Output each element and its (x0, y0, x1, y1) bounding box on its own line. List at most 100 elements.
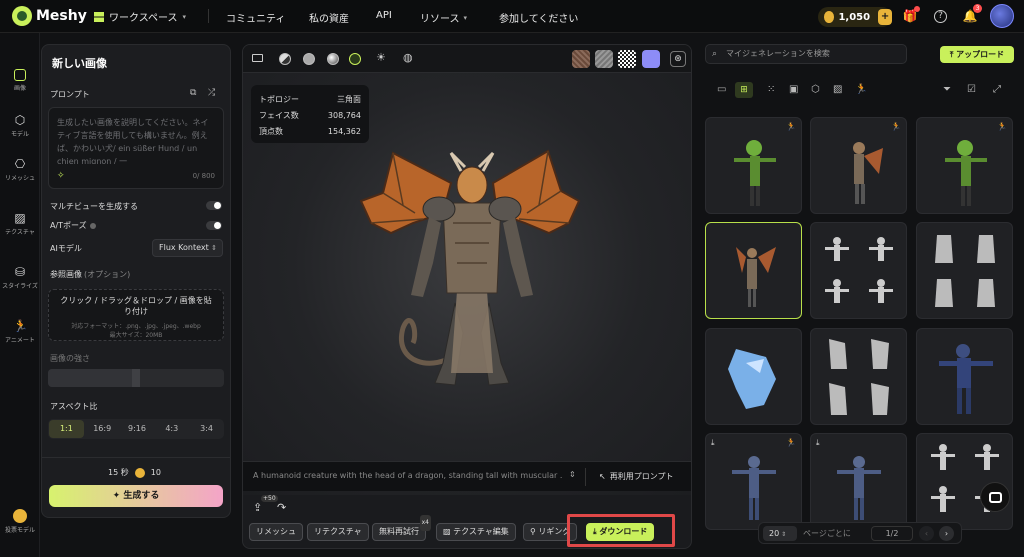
all-icon[interactable]: ⁙ (767, 84, 775, 95)
aspect-option[interactable]: 4:3 (154, 420, 189, 438)
material-icon[interactable] (327, 53, 339, 65)
reuse-prompt-button[interactable]: ↖ 再利用プロンプト (599, 471, 673, 482)
stat-label: 頂点数 (259, 126, 283, 136)
globe-icon[interactable]: ◍ (403, 51, 413, 64)
rail-item-feedback[interactable]: 投票モデル (0, 509, 40, 534)
next-page-button[interactable]: › (939, 526, 954, 541)
expand-icon[interactable]: ⤢ (993, 84, 1001, 95)
gallery-card-selected[interactable] (705, 222, 802, 319)
remix-upload-icon[interactable]: ⇪ +50 (253, 495, 278, 514)
image-icon (14, 69, 26, 81)
prompt-helper-icon[interactable]: ⧉ (190, 88, 196, 98)
model-thumbnail-multiview (829, 339, 889, 415)
rail-item-texture[interactable]: ▨ テクスチャ (0, 211, 40, 236)
strength-slider[interactable] (48, 369, 224, 387)
gift-icon[interactable]: 🎁 (902, 6, 920, 24)
add-credits-button[interactable]: + (878, 9, 892, 25)
bell-icon[interactable]: 🔔 3 (962, 4, 982, 24)
filter-icon[interactable]: ⏷ (943, 84, 951, 95)
aspect-option[interactable]: 16:9 (85, 420, 120, 438)
prompt-input[interactable]: 生成したい画像を説明してください。ネイティブ言語を使用しても構いません。例えば、… (48, 107, 224, 189)
ai-model-select[interactable]: Flux Kontext ⇕ (152, 239, 223, 257)
per-page-value: 20 (769, 529, 780, 538)
gallery-card[interactable] (810, 222, 907, 319)
brand-logo[interactable]: Meshy (12, 6, 87, 26)
texture-edit-button[interactable]: ▨ テクスチャ編集 (436, 523, 516, 541)
nav-join[interactable]: 参加してください (499, 10, 578, 25)
per-page-select[interactable]: 20 ⇕ (763, 526, 797, 541)
search-input[interactable]: ⌕ マイジェネレーションを検索 (705, 44, 907, 64)
share-icon[interactable]: ↷ (277, 501, 286, 514)
magic-wand-icon[interactable]: ✧ (57, 170, 65, 183)
animation-filter-icon[interactable]: 🏃 (855, 84, 867, 95)
stylize-icon: ⛁ (14, 265, 26, 279)
rail-item-stylize[interactable]: ⛁ スタイライズ (0, 265, 40, 290)
run-icon: 🏃 (13, 319, 28, 333)
normal-map-swatch[interactable] (642, 50, 660, 68)
basecolor-map-swatch[interactable] (572, 50, 590, 68)
run-icon: 🏃 (786, 438, 796, 447)
grid-view-icon[interactable]: ⊞ (735, 82, 753, 98)
folder-icon[interactable]: ▭ (717, 84, 726, 95)
avatar[interactable] (990, 4, 1014, 28)
roughness-map-swatch[interactable] (595, 50, 613, 68)
gallery-card[interactable]: ⤓ 🏃 (705, 433, 802, 530)
select-icon[interactable]: ☑ (967, 84, 976, 95)
rail-item-label: テクスチャ (5, 229, 35, 236)
gallery-card[interactable] (810, 328, 907, 425)
gallery-card[interactable] (916, 222, 1013, 319)
download-icon: ⤓ (816, 438, 820, 447)
divider (585, 468, 586, 486)
retexture-button[interactable]: リテクスチャ (307, 523, 369, 541)
gallery-card[interactable]: 🏃 (916, 117, 1013, 214)
chevron-updown-icon[interactable]: ⇕ (569, 470, 576, 479)
reference-optional: (オプション) (84, 270, 131, 279)
aspect-option[interactable]: 9:16 (120, 420, 155, 438)
shuffle-icon[interactable]: ⤮ (208, 88, 215, 98)
aspect-option[interactable]: 1:1 (49, 420, 84, 438)
light-icon[interactable]: ☀ (376, 51, 386, 64)
shading-icon[interactable] (279, 53, 291, 65)
gallery-card[interactable]: 🏃 (705, 117, 802, 214)
gallery-card[interactable] (705, 328, 802, 425)
metallic-map-swatch[interactable] (618, 50, 636, 68)
nav-api[interactable]: API (376, 10, 392, 21)
rail-item-model[interactable]: ⬡ モデル (0, 113, 40, 138)
stat-value: 308,764 (327, 110, 361, 120)
nav-community[interactable]: コミュニティ (226, 10, 285, 25)
gallery-card[interactable]: 🏃 (810, 117, 907, 214)
nav-resources[interactable]: リソース ▾ (420, 10, 467, 26)
help-icon[interactable]: ? (934, 10, 947, 23)
remesh-button[interactable]: リメッシュ (249, 523, 303, 541)
workspace-label: ワークスペース (109, 13, 178, 24)
apose-toggle[interactable] (206, 221, 222, 230)
gallery-card[interactable]: ⤓ (810, 433, 907, 530)
monitor-icon[interactable] (252, 54, 263, 62)
reference-upload-area[interactable]: クリック / ドラッグ＆ドロップ / 画像を貼り付け 対応フォーマット：.png… (48, 289, 224, 341)
nav-my-assets[interactable]: 私の資産 (309, 10, 349, 25)
page-indicator[interactable]: 1/2 (871, 526, 913, 541)
chat-support-button[interactable] (980, 482, 1010, 512)
prev-page-button[interactable]: ‹ (919, 526, 934, 541)
gallery-card[interactable] (916, 328, 1013, 425)
new-image-panel: 新しい画像 プロンプト ⧉ ⤮ 生成したい画像を説明してください。ネイティブ言語… (41, 44, 231, 518)
generate-button[interactable]: ✦ 生成する (49, 485, 223, 507)
image-filter-icon[interactable]: ▣ (789, 84, 798, 95)
rail-item-animate[interactable]: 🏃 アニメート (0, 319, 40, 344)
credits-pill[interactable]: 1,050 + (818, 7, 892, 27)
ai-model-label: AIモデル (50, 244, 82, 253)
slider-handle[interactable] (132, 369, 140, 387)
cube-filter-icon[interactable]: ⬡ (811, 84, 820, 95)
rail-item-image[interactable]: 画像 (0, 69, 40, 92)
free-retry-button[interactable]: 無料再試行 x4 (372, 515, 431, 541)
rail-item-remesh[interactable]: ⎔ リメッシュ (0, 157, 40, 182)
upload-button[interactable]: ⤒ アップロード (940, 46, 1014, 63)
texture-filter-icon[interactable]: ▨ (833, 84, 842, 95)
ar-view-icon[interactable]: ⊛ (670, 51, 686, 67)
workspace-menu[interactable]: ワークスペース ▾ (94, 9, 186, 24)
texture-view-icon[interactable] (349, 53, 361, 65)
clay-icon[interactable] (303, 53, 315, 65)
multiview-toggle[interactable] (206, 201, 222, 210)
aspect-option[interactable]: 3:4 (189, 420, 224, 438)
generation-prompt[interactable]: A humanoid creature with the head of a d… (253, 471, 563, 480)
